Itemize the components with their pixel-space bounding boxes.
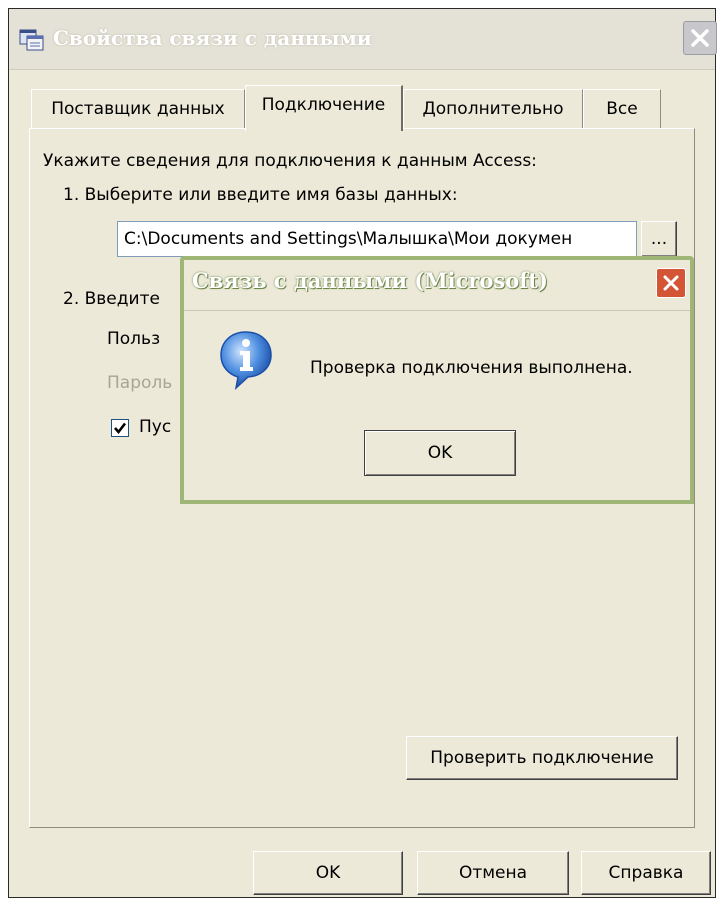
message-ok-button[interactable]: OK [364,430,516,476]
tab-data-provider[interactable]: Поставщик данных [31,89,245,129]
password-label: Пароль [107,373,173,393]
message-box-separator [184,310,690,311]
browse-button[interactable]: ... [641,221,677,257]
window-title: Свойства связи с данными [53,26,372,50]
close-icon [663,275,679,291]
browse-label: ... [650,229,668,249]
ok-label: OK [315,863,341,883]
tab-connection[interactable]: Подключение [245,85,403,131]
info-icon [218,330,274,395]
test-connection-button[interactable]: Проверить подключение [406,736,678,780]
cancel-button[interactable]: Отмена [417,851,569,895]
blank-password-checkbox[interactable] [111,419,129,437]
title-bar: Свойства связи с данными [9,9,717,70]
test-connection-label: Проверить подключение [430,748,654,768]
app-window-icon [19,29,45,51]
close-icon [691,29,709,47]
username-label: Польз [107,329,161,349]
window-close-button[interactable] [683,21,717,55]
cancel-label: Отмена [458,863,528,883]
message-box-title: Связь с данными (Microsoft) [192,268,548,293]
tab-all[interactable]: Все [583,89,661,129]
checkmark-icon [114,422,127,435]
database-path-input[interactable]: C:\Documents and Settings\Малышка\Мои до… [117,221,637,257]
message-box: Связь с данными (Microsoft) Проверка под… [180,256,694,504]
help-label: Справка [608,863,684,883]
message-ok-label: OK [427,443,453,463]
blank-password-label: Пус [139,417,172,437]
ok-button[interactable]: OK [253,851,403,895]
message-text: Проверка подключения выполнена. [310,358,633,378]
help-button[interactable]: Справка [581,851,711,895]
step1-label: 1. Выберите или введите имя базы данных: [63,185,458,205]
message-box-close-button[interactable] [656,268,686,298]
step2-label: 2. Введите [63,289,160,309]
intro-text: Укажите сведения для подключения к данны… [43,151,537,171]
tab-advanced[interactable]: Дополнительно [403,89,583,129]
